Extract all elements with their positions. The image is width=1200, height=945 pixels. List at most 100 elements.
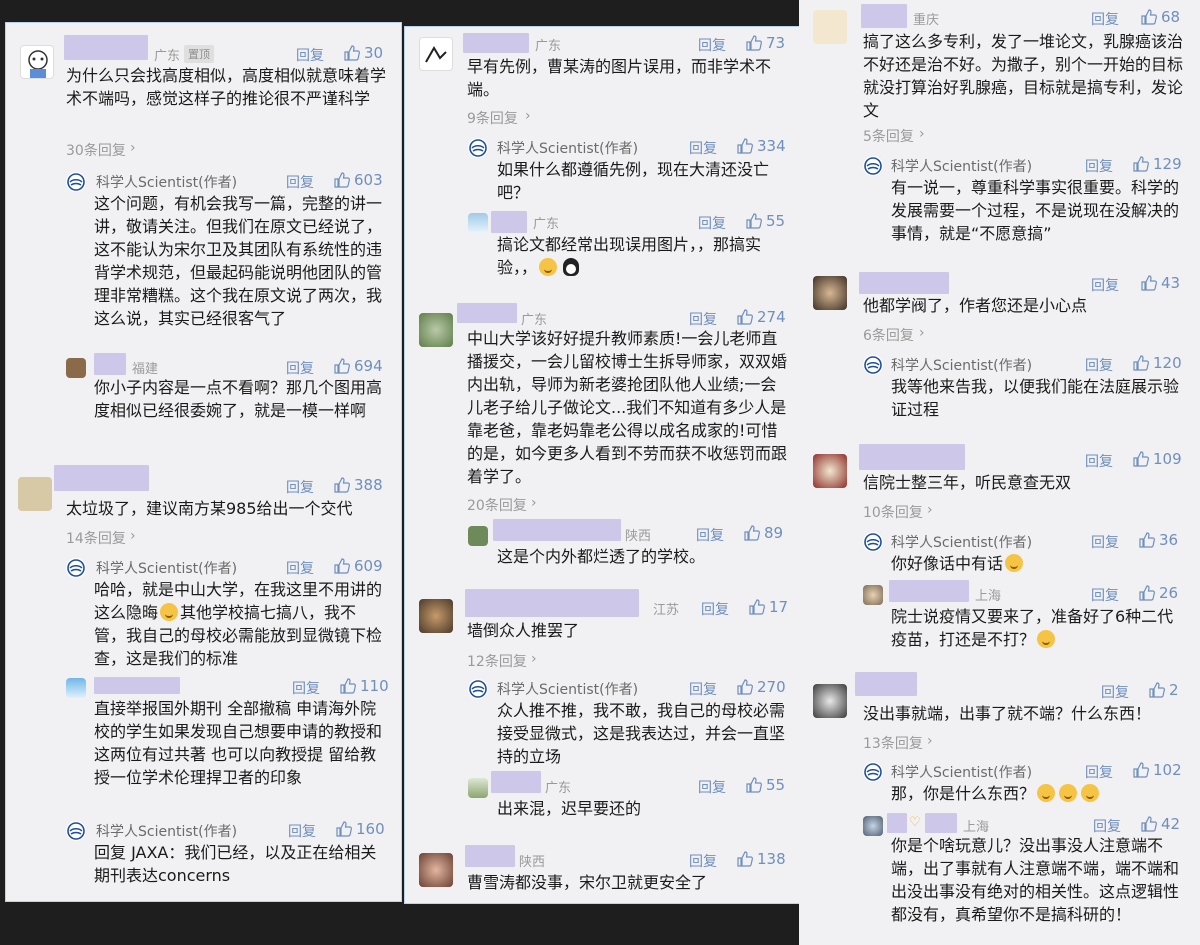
reply-button[interactable]: 回复 <box>698 213 726 233</box>
more-replies-link[interactable]: 14条回复 <box>66 528 126 548</box>
user-name-redacted[interactable] <box>925 813 957 833</box>
like-button[interactable]: 73 <box>746 34 785 52</box>
reply-button[interactable]: 回复 <box>292 678 320 698</box>
user-name-redacted[interactable] <box>859 272 949 294</box>
reply-button[interactable]: 回复 <box>689 309 717 329</box>
user-name-redacted[interactable] <box>54 465 149 491</box>
more-replies-link[interactable]: 20条回复 <box>467 495 527 515</box>
like-button[interactable]: 55 <box>746 776 785 794</box>
like-button[interactable]: 334 <box>737 137 786 155</box>
avatar[interactable] <box>813 684 847 718</box>
scientist-logo-icon[interactable] <box>468 679 488 699</box>
user-name-redacted[interactable] <box>457 303 517 323</box>
avatar[interactable] <box>20 45 54 79</box>
scientist-logo-icon[interactable] <box>863 532 883 552</box>
user-name-redacted[interactable] <box>491 211 527 233</box>
avatar[interactable] <box>66 678 86 698</box>
user-name-redacted[interactable] <box>94 677 180 694</box>
user-name-redacted[interactable] <box>493 519 621 541</box>
avatar[interactable] <box>863 585 883 605</box>
user-name-redacted[interactable] <box>889 580 969 602</box>
user-name-redacted[interactable] <box>94 353 126 375</box>
more-replies-link[interactable]: 6条回复 <box>863 325 914 345</box>
author-name[interactable]: 科学人Scientist(作者) <box>96 821 237 841</box>
like-button[interactable]: 609 <box>334 557 383 575</box>
author-name[interactable]: 科学人Scientist(作者) <box>96 172 237 192</box>
reply-button[interactable]: 回复 <box>1091 532 1119 552</box>
like-button[interactable]: 138 <box>737 850 786 868</box>
author-name[interactable]: 科学人Scientist(作者) <box>891 762 1032 782</box>
scientist-logo-icon[interactable] <box>66 821 86 841</box>
more-replies-link[interactable]: 13条回复 <box>863 733 923 753</box>
author-name[interactable]: 科学人Scientist(作者) <box>891 355 1032 375</box>
reply-button[interactable]: 回复 <box>689 851 717 871</box>
like-button[interactable]: 89 <box>744 524 783 542</box>
like-button[interactable]: 120 <box>1133 354 1182 372</box>
more-replies-link[interactable]: 12条回复 <box>467 651 527 671</box>
user-name-redacted[interactable] <box>491 771 541 793</box>
like-button[interactable]: 55 <box>746 212 785 230</box>
avatar[interactable] <box>468 526 488 546</box>
user-name-redacted[interactable] <box>859 444 965 470</box>
like-button[interactable]: 270 <box>737 678 786 696</box>
avatar[interactable] <box>419 853 453 887</box>
reply-button[interactable]: 回复 <box>1091 275 1119 295</box>
like-button[interactable]: 36 <box>1139 531 1178 549</box>
user-name-redacted[interactable] <box>463 33 529 53</box>
avatar[interactable] <box>468 778 488 798</box>
reply-button[interactable]: 回复 <box>1091 9 1119 29</box>
more-replies-link[interactable]: 5条回复 <box>863 126 914 146</box>
reply-button[interactable]: 回复 <box>286 477 314 497</box>
like-button[interactable]: 30 <box>344 44 383 62</box>
scientist-logo-icon[interactable] <box>863 156 883 176</box>
reply-button[interactable]: 回复 <box>698 777 726 797</box>
like-button[interactable]: 110 <box>340 677 389 695</box>
reply-button[interactable]: 回复 <box>1085 355 1113 375</box>
like-button[interactable]: 603 <box>334 171 383 189</box>
reply-button[interactable]: 回复 <box>1101 682 1129 702</box>
avatar[interactable] <box>419 37 453 71</box>
user-name-redacted[interactable] <box>861 4 907 28</box>
reply-button[interactable]: 回复 <box>1091 585 1119 605</box>
author-name[interactable]: 科学人Scientist(作者) <box>96 558 237 578</box>
avatar[interactable] <box>419 599 453 633</box>
reply-button[interactable]: 回复 <box>286 558 314 578</box>
reply-button[interactable]: 回复 <box>696 525 724 545</box>
scientist-logo-icon[interactable] <box>863 762 883 782</box>
author-name[interactable]: 科学人Scientist(作者) <box>497 138 638 158</box>
more-replies-link[interactable]: 30条回复 <box>66 140 126 160</box>
avatar[interactable] <box>813 276 847 310</box>
scientist-logo-icon[interactable] <box>468 138 488 158</box>
scientist-logo-icon[interactable] <box>863 355 883 375</box>
reply-button[interactable]: 回复 <box>689 138 717 158</box>
like-button[interactable]: 129 <box>1133 155 1182 173</box>
user-name-redacted[interactable] <box>887 813 907 833</box>
avatar[interactable] <box>813 10 847 44</box>
like-button[interactable]: 388 <box>334 476 383 494</box>
author-name[interactable]: 科学人Scientist(作者) <box>497 679 638 699</box>
avatar[interactable] <box>18 477 52 511</box>
reply-button[interactable]: 回复 <box>296 45 324 65</box>
scientist-logo-icon[interactable] <box>66 172 86 192</box>
like-button[interactable]: 17 <box>749 598 788 616</box>
user-name-redacted[interactable] <box>64 35 148 60</box>
avatar[interactable] <box>419 313 453 347</box>
avatar[interactable] <box>66 358 86 378</box>
reply-button[interactable]: 回复 <box>689 679 717 699</box>
more-replies-link[interactable]: 9条回复 <box>467 108 518 128</box>
avatar[interactable] <box>813 454 847 488</box>
reply-button[interactable]: 回复 <box>701 599 729 619</box>
like-button[interactable]: 68 <box>1141 8 1180 26</box>
reply-button[interactable]: 回复 <box>698 35 726 55</box>
reply-button[interactable]: 回复 <box>1085 156 1113 176</box>
like-button[interactable]: 26 <box>1139 584 1178 602</box>
like-button[interactable]: 2 <box>1149 681 1179 699</box>
like-button[interactable]: 109 <box>1133 450 1182 468</box>
like-button[interactable]: 43 <box>1141 274 1180 292</box>
like-button[interactable]: 102 <box>1133 761 1182 779</box>
user-name-redacted[interactable] <box>465 845 515 867</box>
like-button[interactable]: 694 <box>334 357 383 375</box>
reply-button[interactable]: 回复 <box>288 821 316 841</box>
like-button[interactable]: 274 <box>737 308 786 326</box>
like-button[interactable]: 160 <box>336 820 385 838</box>
